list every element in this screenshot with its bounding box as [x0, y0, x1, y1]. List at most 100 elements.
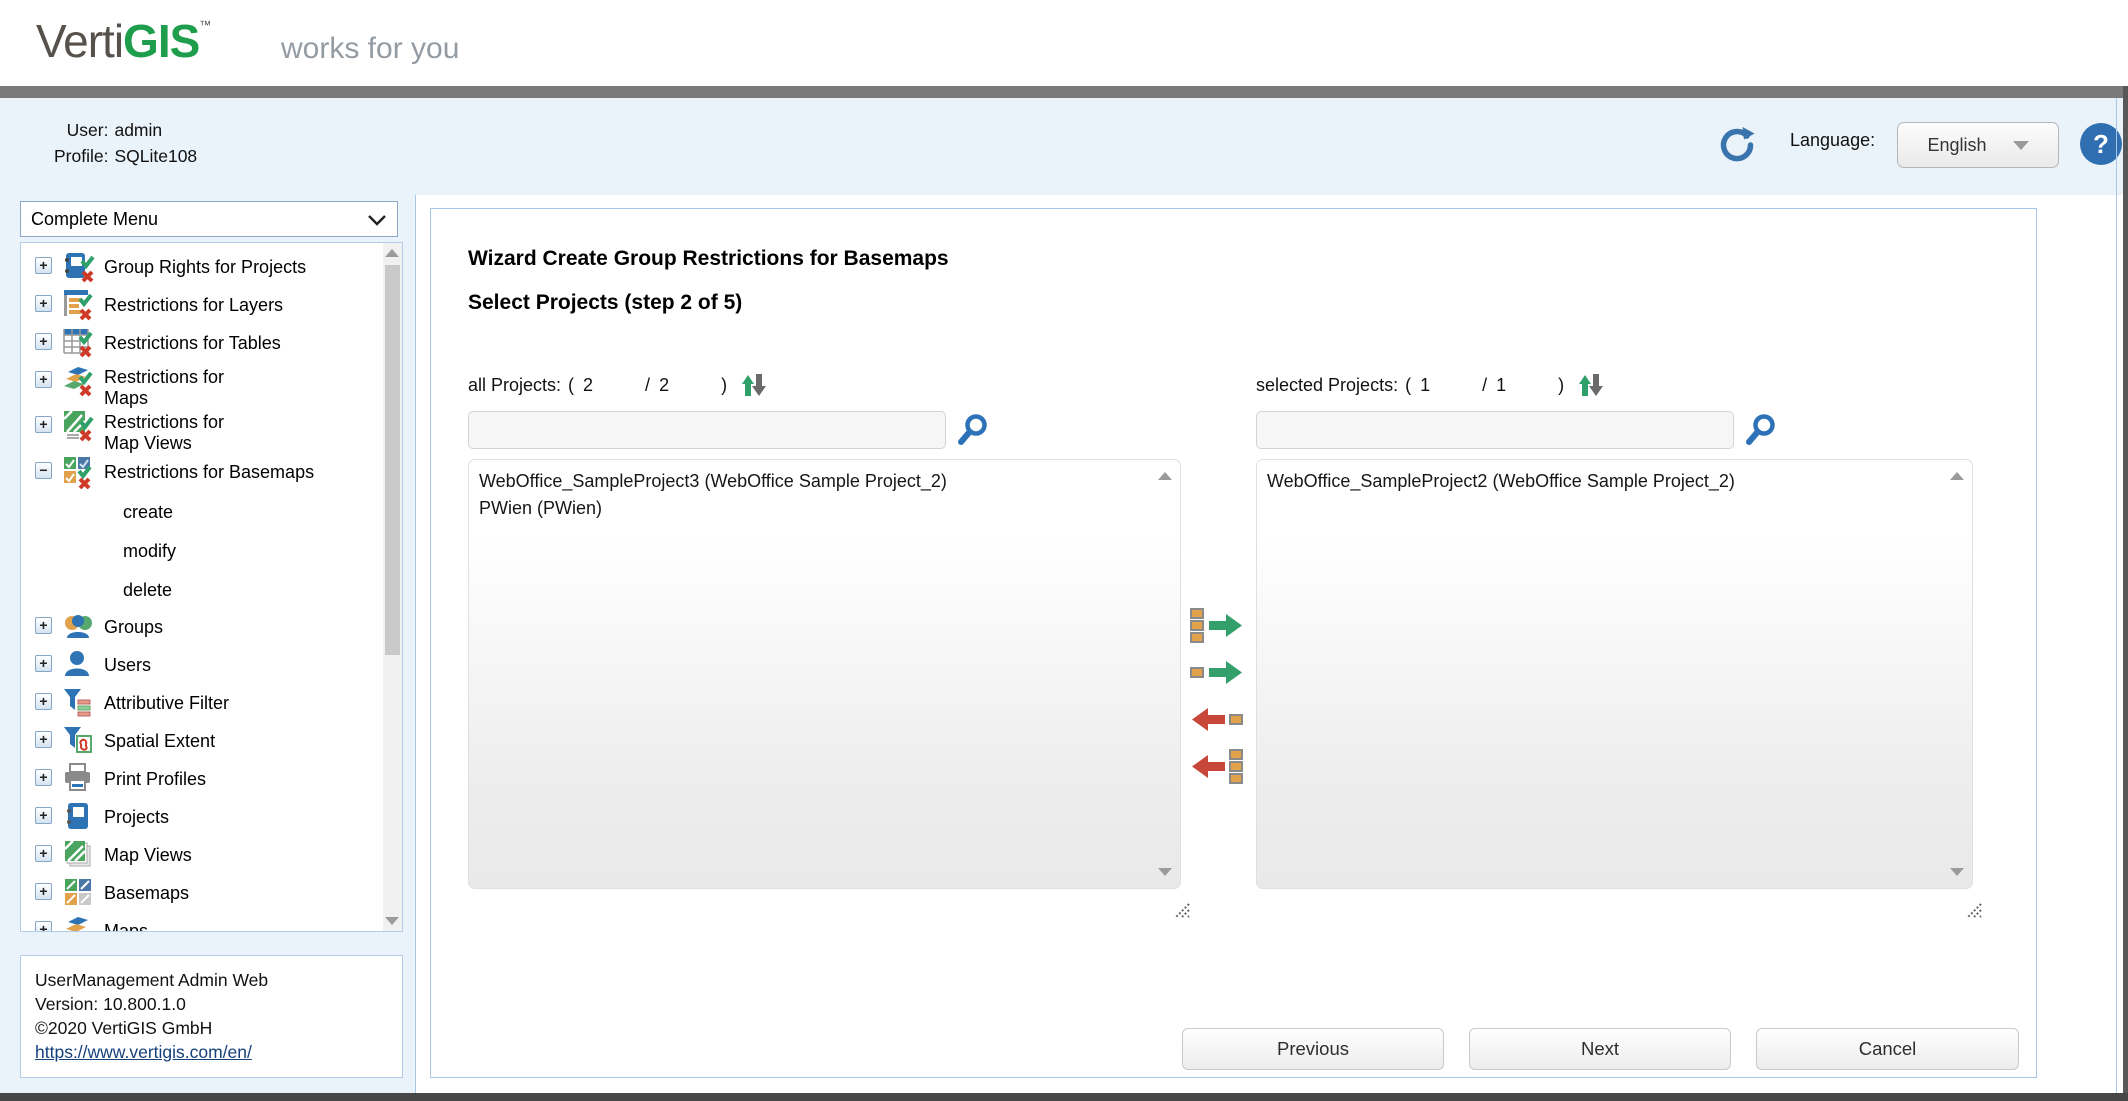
tree-item-projects[interactable]: + Projects [35, 799, 379, 837]
sort-icon[interactable] [1572, 371, 1606, 399]
expander-icon[interactable]: + [35, 883, 52, 900]
all-projects-total: 2 [650, 375, 721, 396]
scroll-up-icon[interactable] [1950, 472, 1964, 480]
wizard-title: Wizard Create Group Restrictions for Bas… [468, 247, 949, 271]
tree-item-restrictions-for-layers[interactable]: + Restrictions for Layers [35, 287, 379, 325]
group-rights-projects-icon [62, 250, 96, 284]
move-all-right-button[interactable] [1188, 607, 1246, 645]
wizard-panel: Wizard Create Group Restrictions for Bas… [430, 208, 2037, 1078]
tree-item-restrictions-for-basemaps[interactable]: − Restrictions for Basemaps [35, 454, 379, 492]
tree-item-delete[interactable]: delete [35, 570, 379, 609]
sort-icon[interactable] [735, 371, 769, 399]
restrictions-layers-icon [62, 288, 96, 322]
resize-grip-icon[interactable] [1963, 899, 1983, 919]
all-projects-count: 2 [574, 375, 645, 396]
scroll-up-icon[interactable] [385, 249, 399, 257]
all-projects-search-input[interactable] [468, 411, 946, 449]
vertigis-logo: VertiGIS™ [36, 14, 210, 68]
tree-scrollbar[interactable] [383, 243, 402, 931]
tree-item-modify[interactable]: modify [35, 531, 379, 570]
user-info: User: admin Profile: SQLite108 [54, 120, 197, 167]
header-divider [0, 86, 2128, 98]
collapse-icon[interactable]: − [35, 462, 52, 479]
about-box: UserManagement Admin Web Version: 10.800… [20, 955, 403, 1078]
search-icon[interactable] [956, 413, 990, 454]
transfer-controls [1188, 607, 1246, 786]
move-right-button[interactable] [1188, 654, 1246, 692]
expander-icon[interactable]: + [35, 921, 52, 932]
about-copyright: ©2020 VertiGIS GmbH [35, 1016, 388, 1040]
move-all-left-button[interactable] [1188, 748, 1246, 786]
profile-value: SQLite108 [114, 146, 197, 167]
expander-icon[interactable]: + [35, 693, 52, 710]
previous-button[interactable]: Previous [1182, 1028, 1444, 1070]
sidebar-separator [415, 195, 416, 1093]
tree-item-spatial-extent[interactable]: + Spatial Extent [35, 723, 379, 761]
expander-icon[interactable]: + [35, 416, 52, 433]
list-item[interactable]: PWien (PWien) [479, 495, 1150, 522]
vertigis-link[interactable]: https://www.vertigis.com/en/ [35, 1042, 252, 1062]
scroll-down-icon[interactable] [385, 917, 399, 925]
expander-icon[interactable]: + [35, 257, 52, 274]
scrollbar-thumb[interactable] [385, 265, 400, 655]
about-version: Version: 10.800.1.0 [35, 992, 388, 1016]
scroll-up-icon[interactable] [1158, 472, 1172, 480]
tree-item-restrictions-for-maps[interactable]: + Restrictions for Maps [35, 363, 379, 408]
cancel-button[interactable]: Cancel [1756, 1028, 2019, 1070]
scroll-down-icon[interactable] [1158, 868, 1172, 876]
window-right-edge [2123, 86, 2128, 1101]
user-label: User: [54, 120, 108, 141]
expander-icon[interactable]: + [35, 333, 52, 350]
expander-icon[interactable]: + [35, 371, 52, 388]
tree-item-restrictions-for-map-views[interactable]: + Restrictions for Map Views [35, 408, 379, 453]
selected-projects-total: 1 [1487, 375, 1558, 396]
search-icon[interactable] [1744, 413, 1778, 454]
expander-icon[interactable]: + [35, 845, 52, 862]
maps-icon [62, 914, 96, 932]
logo-tagline: works for you [281, 32, 459, 66]
resize-grip-icon[interactable] [1171, 899, 1191, 919]
tree-item-attributive-filter[interactable]: + Attributive Filter [35, 685, 379, 723]
tree-item-groups[interactable]: + Groups [35, 609, 379, 647]
chevron-down-icon [367, 212, 387, 228]
all-projects-list[interactable]: WebOffice_SampleProject3 (WebOffice Samp… [468, 459, 1181, 889]
about-app-name: UserManagement Admin Web [35, 968, 388, 992]
tree-item-basemaps[interactable]: + Basemaps [35, 875, 379, 913]
next-button[interactable]: Next [1469, 1028, 1731, 1070]
selected-projects-search-input[interactable] [1256, 411, 1734, 449]
selected-projects-count: 1 [1411, 375, 1482, 396]
refresh-icon[interactable] [1716, 124, 1756, 164]
expander-icon[interactable]: + [35, 655, 52, 672]
chevron-down-icon [2013, 141, 2029, 150]
list-item[interactable]: WebOffice_SampleProject2 (WebOffice Samp… [1267, 468, 1942, 495]
tree-item-group-rights-for-projects[interactable]: + Group Rights for Projects [35, 249, 379, 287]
expander-icon[interactable]: + [35, 295, 52, 312]
profile-label: Profile: [54, 146, 108, 167]
move-left-button[interactable] [1188, 701, 1246, 739]
tree-item-print-profiles[interactable]: + Print Profiles [35, 761, 379, 799]
tree-item-maps[interactable]: + Maps [35, 913, 379, 932]
language-select[interactable]: English [1897, 122, 2059, 168]
restrictions-basemaps-icon [62, 455, 96, 489]
projects-icon [62, 800, 96, 834]
wizard-step: Select Projects (step 2 of 5) [468, 291, 742, 315]
groups-icon [62, 610, 96, 644]
sidebar-tree: + Group Rights for Projects + [20, 242, 403, 932]
list-item[interactable]: WebOffice_SampleProject3 (WebOffice Samp… [479, 468, 1150, 495]
all-projects-header: all Projects: ( 2 / 2 ) [468, 371, 769, 399]
expander-icon[interactable]: + [35, 807, 52, 824]
users-icon [62, 648, 96, 682]
tree-item-restrictions-for-tables[interactable]: + Restrictions for Tables [35, 325, 379, 363]
sidebar: Complete Menu + Group Rights for Project… [0, 195, 415, 1093]
selected-projects-list[interactable]: WebOffice_SampleProject2 (WebOffice Samp… [1256, 459, 1973, 889]
expander-icon[interactable]: + [35, 769, 52, 786]
scroll-down-icon[interactable] [1950, 868, 1964, 876]
tree-item-map-views[interactable]: + Map Views [35, 837, 379, 875]
expander-icon[interactable]: + [35, 731, 52, 748]
tree-item-create[interactable]: create [35, 492, 379, 531]
menu-select[interactable]: Complete Menu [20, 201, 398, 237]
expander-icon[interactable]: + [35, 617, 52, 634]
map-views-icon [62, 838, 96, 872]
app-header: VertiGIS™ works for you [0, 0, 2128, 86]
tree-item-users[interactable]: + Users [35, 647, 379, 685]
